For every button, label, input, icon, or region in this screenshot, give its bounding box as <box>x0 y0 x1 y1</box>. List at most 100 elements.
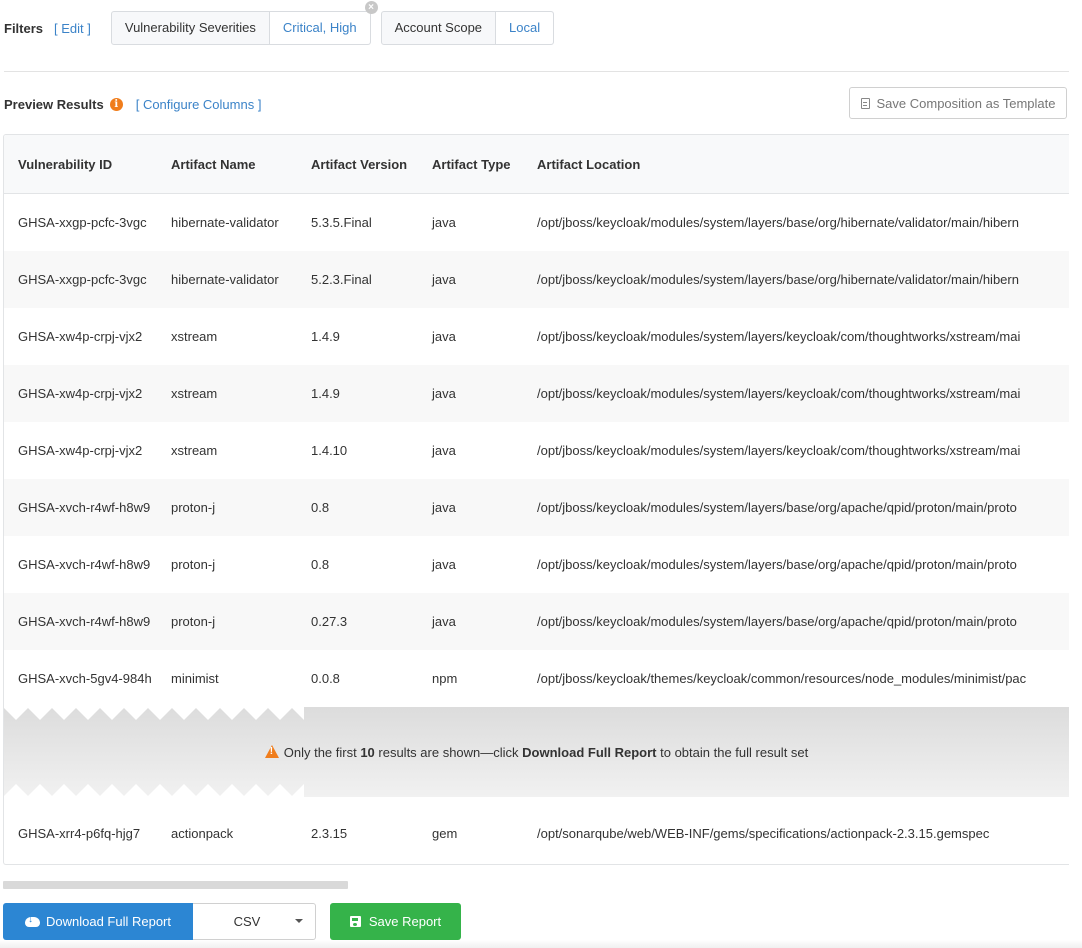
document-icon <box>860 97 870 109</box>
cell-artifact-location: /opt/jboss/keycloak/themes/keycloak/comm… <box>537 671 1027 686</box>
download-full-report-button[interactable]: Download Full Report <box>3 903 193 940</box>
filter-chip-key: Vulnerability Severities <box>124 20 256 35</box>
cell-artifact-name: xstream <box>171 329 218 344</box>
cell-artifact-type: java <box>432 614 456 629</box>
cell-vulnerability-id: GHSA-xxgp-pcfc-3vgc <box>18 215 147 230</box>
preview-title: Preview Results <box>4 96 104 112</box>
cell-artifact-location: /opt/sonarqube/web/WEB-INF/gems/specific… <box>537 825 990 841</box>
cell-artifact-name: proton-j <box>171 614 216 629</box>
cell-artifact-version: 1.4.9 <box>311 329 340 344</box>
truncation-middle: results are shown—click <box>374 744 523 760</box>
filter-chip-account-scope[interactable]: Account Scope Local <box>380 11 555 45</box>
filter-chip-value[interactable]: Critical, High <box>268 12 370 44</box>
cell-artifact-type: java <box>432 443 456 458</box>
cell-artifact-name: xstream <box>171 443 218 458</box>
table-row[interactable]: GHSA-xw4p-crpj-vjx2 xstream 1.4.9 java/opt/… <box>4 308 1069 365</box>
table-header: Vulnerability ID Artifact Name Artifact … <box>4 135 1069 194</box>
cloud-download-icon <box>24 914 40 927</box>
filter-chip-value[interactable]: Local <box>495 12 554 44</box>
cell-artifact-version: 1.4.10 <box>311 443 348 458</box>
truncation-prefix: Only the first <box>283 744 361 760</box>
table-row[interactable]: GHSA-xrr4-p6fq-hjg7 actionpack 2.3.15 ge… <box>4 797 1069 864</box>
caret-down-icon <box>295 919 303 923</box>
cell-artifact-version: 0.8 <box>311 557 330 572</box>
cell-vulnerability-id: GHSA-xvch-r4wf-h8w9 <box>18 614 151 629</box>
cell-artifact-type: npm <box>432 671 458 686</box>
bottom-fade <box>0 940 1082 948</box>
info-icon[interactable]: i <box>109 97 123 111</box>
cell-artifact-type: java <box>432 215 456 230</box>
cell-artifact-name: minimist <box>171 671 219 686</box>
filter-chip-vulnerability-severities[interactable]: Vulnerability Severities Critical, High … <box>110 1 378 45</box>
table-row[interactable]: GHSA-xw4p-crpj-vjx2 xstream 1.4.9 java/opt/… <box>4 365 1069 422</box>
cell-artifact-name: actionpack <box>171 825 234 841</box>
results-table: Vulnerability ID Artifact Name Artifact … <box>3 134 1069 865</box>
cell-vulnerability-id: GHSA-xrr4-p6fq-hjg7 <box>18 825 141 841</box>
cell-vulnerability-id: GHSA-xxgp-pcfc-3vgc <box>18 272 147 287</box>
cell-artifact-location: /opt/jboss/keycloak/modules/system/layer… <box>537 614 1017 629</box>
configure-columns-link[interactable]: [ Configure Columns ] <box>136 97 262 112</box>
cell-artifact-location: /opt/jboss/keycloak/modules/system/layer… <box>537 386 1021 401</box>
edit-filters-link[interactable]: [ Edit ] <box>54 21 91 36</box>
cell-vulnerability-id: GHSA-xvch-r4wf-h8w9 <box>18 557 151 572</box>
filter-chip-key: Account Scope <box>394 20 483 35</box>
cell-artifact-type: java <box>432 272 456 287</box>
cell-artifact-name: xstream <box>171 386 218 401</box>
cell-artifact-location: /opt/jboss/keycloak/modules/system/layer… <box>537 329 1021 344</box>
truncation-count: 10 <box>360 744 375 760</box>
save-composition-template-label: Save Composition as Template <box>876 95 1056 111</box>
column-header-artifact-type[interactable]: Artifact Type <box>432 157 537 172</box>
table-row[interactable]: GHSA-xxgp-pcfc-3vgc hibernate-validator 5.… <box>4 251 1069 308</box>
cell-artifact-version: 5.2.3.Final <box>311 272 372 287</box>
filters-bar: Filters [ Edit ] Vulnerability Severitie… <box>4 1 564 45</box>
zigzag-edge-bottom <box>4 783 304 797</box>
truncation-text: Only the first 10 results are shown—clic… <box>284 745 809 760</box>
cell-artifact-version: 5.3.5.Final <box>311 215 372 230</box>
truncation-suffix: to obtain the full result set <box>656 744 809 760</box>
save-report-button[interactable]: Save Report <box>330 903 461 940</box>
cell-artifact-version: 1.4.9 <box>311 386 340 401</box>
cell-artifact-location: /opt/jboss/keycloak/modules/system/layer… <box>537 557 1017 572</box>
table-row[interactable]: GHSA-xxgp-pcfc-3vgc hibernate-validator 5.… <box>4 194 1069 251</box>
cell-artifact-type: java <box>432 557 456 572</box>
cell-artifact-version: 0.27.3 <box>311 614 348 629</box>
report-actions: Download Full Report CSV Save Report <box>3 903 461 940</box>
cell-vulnerability-id: GHSA-xw4p-crpj-vjx2 <box>18 443 143 458</box>
warning-icon <box>264 744 279 758</box>
zigzag-edge-top <box>4 707 304 721</box>
table-row[interactable]: GHSA-xvch-r4wf-h8w9 proton-j 0.8 java/opt/j… <box>4 536 1069 593</box>
table-row[interactable]: GHSA-xvch-r4wf-h8w9 proton-j 0.8 java/opt/j… <box>4 479 1069 536</box>
remove-filter-icon[interactable]: × <box>364 1 378 14</box>
cell-vulnerability-id: GHSA-xw4p-crpj-vjx2 <box>18 329 143 344</box>
truncation-action: Download Full Report <box>522 744 657 760</box>
cell-artifact-location: /opt/jboss/keycloak/modules/system/layer… <box>537 272 1019 287</box>
section-divider <box>4 71 1069 72</box>
cell-artifact-location: /opt/jboss/keycloak/modules/system/layer… <box>537 215 1019 230</box>
cell-artifact-type: gem <box>432 825 458 841</box>
column-header-vulnerability-id[interactable]: Vulnerability ID <box>4 157 171 172</box>
save-report-label: Save Report <box>368 914 442 929</box>
column-header-artifact-version[interactable]: Artifact Version <box>311 157 432 172</box>
table-row[interactable]: GHSA-xvch-r4wf-h8w9 proton-j 0.27.3 java/op… <box>4 593 1069 650</box>
cell-artifact-name: hibernate-validator <box>171 215 279 230</box>
cell-vulnerability-id: GHSA-xvch-r4wf-h8w9 <box>18 500 151 515</box>
cell-artifact-type: java <box>432 386 456 401</box>
column-header-artifact-location[interactable]: Artifact Location <box>537 157 1069 172</box>
cell-artifact-location: /opt/jboss/keycloak/modules/system/layer… <box>537 500 1017 515</box>
horizontal-scrollbar[interactable] <box>3 881 348 889</box>
truncation-notice: Only the first 10 results are shown—clic… <box>4 707 1069 797</box>
table-row[interactable]: GHSA-xw4p-crpj-vjx2 xstream 1.4.10 java/opt… <box>4 422 1069 479</box>
save-icon <box>349 916 361 927</box>
format-select[interactable]: CSV <box>193 903 316 940</box>
table-row[interactable]: GHSA-xvch-5gv4-984h minimist 0.0.8 npm/opt/… <box>4 650 1069 707</box>
cell-artifact-name: proton-j <box>171 500 216 515</box>
cell-artifact-name: proton-j <box>171 557 216 572</box>
preview-header: Preview Results i [ Configure Columns ] <box>4 94 261 114</box>
cell-vulnerability-id: GHSA-xw4p-crpj-vjx2 <box>18 386 143 401</box>
cell-artifact-type: java <box>432 500 456 515</box>
save-composition-template-button[interactable]: Save Composition as Template <box>849 87 1067 119</box>
column-header-artifact-name[interactable]: Artifact Name <box>171 157 311 172</box>
filters-label: Filters <box>4 20 44 36</box>
cell-artifact-type: java <box>432 329 456 344</box>
cell-artifact-version: 2.3.15 <box>311 825 348 841</box>
